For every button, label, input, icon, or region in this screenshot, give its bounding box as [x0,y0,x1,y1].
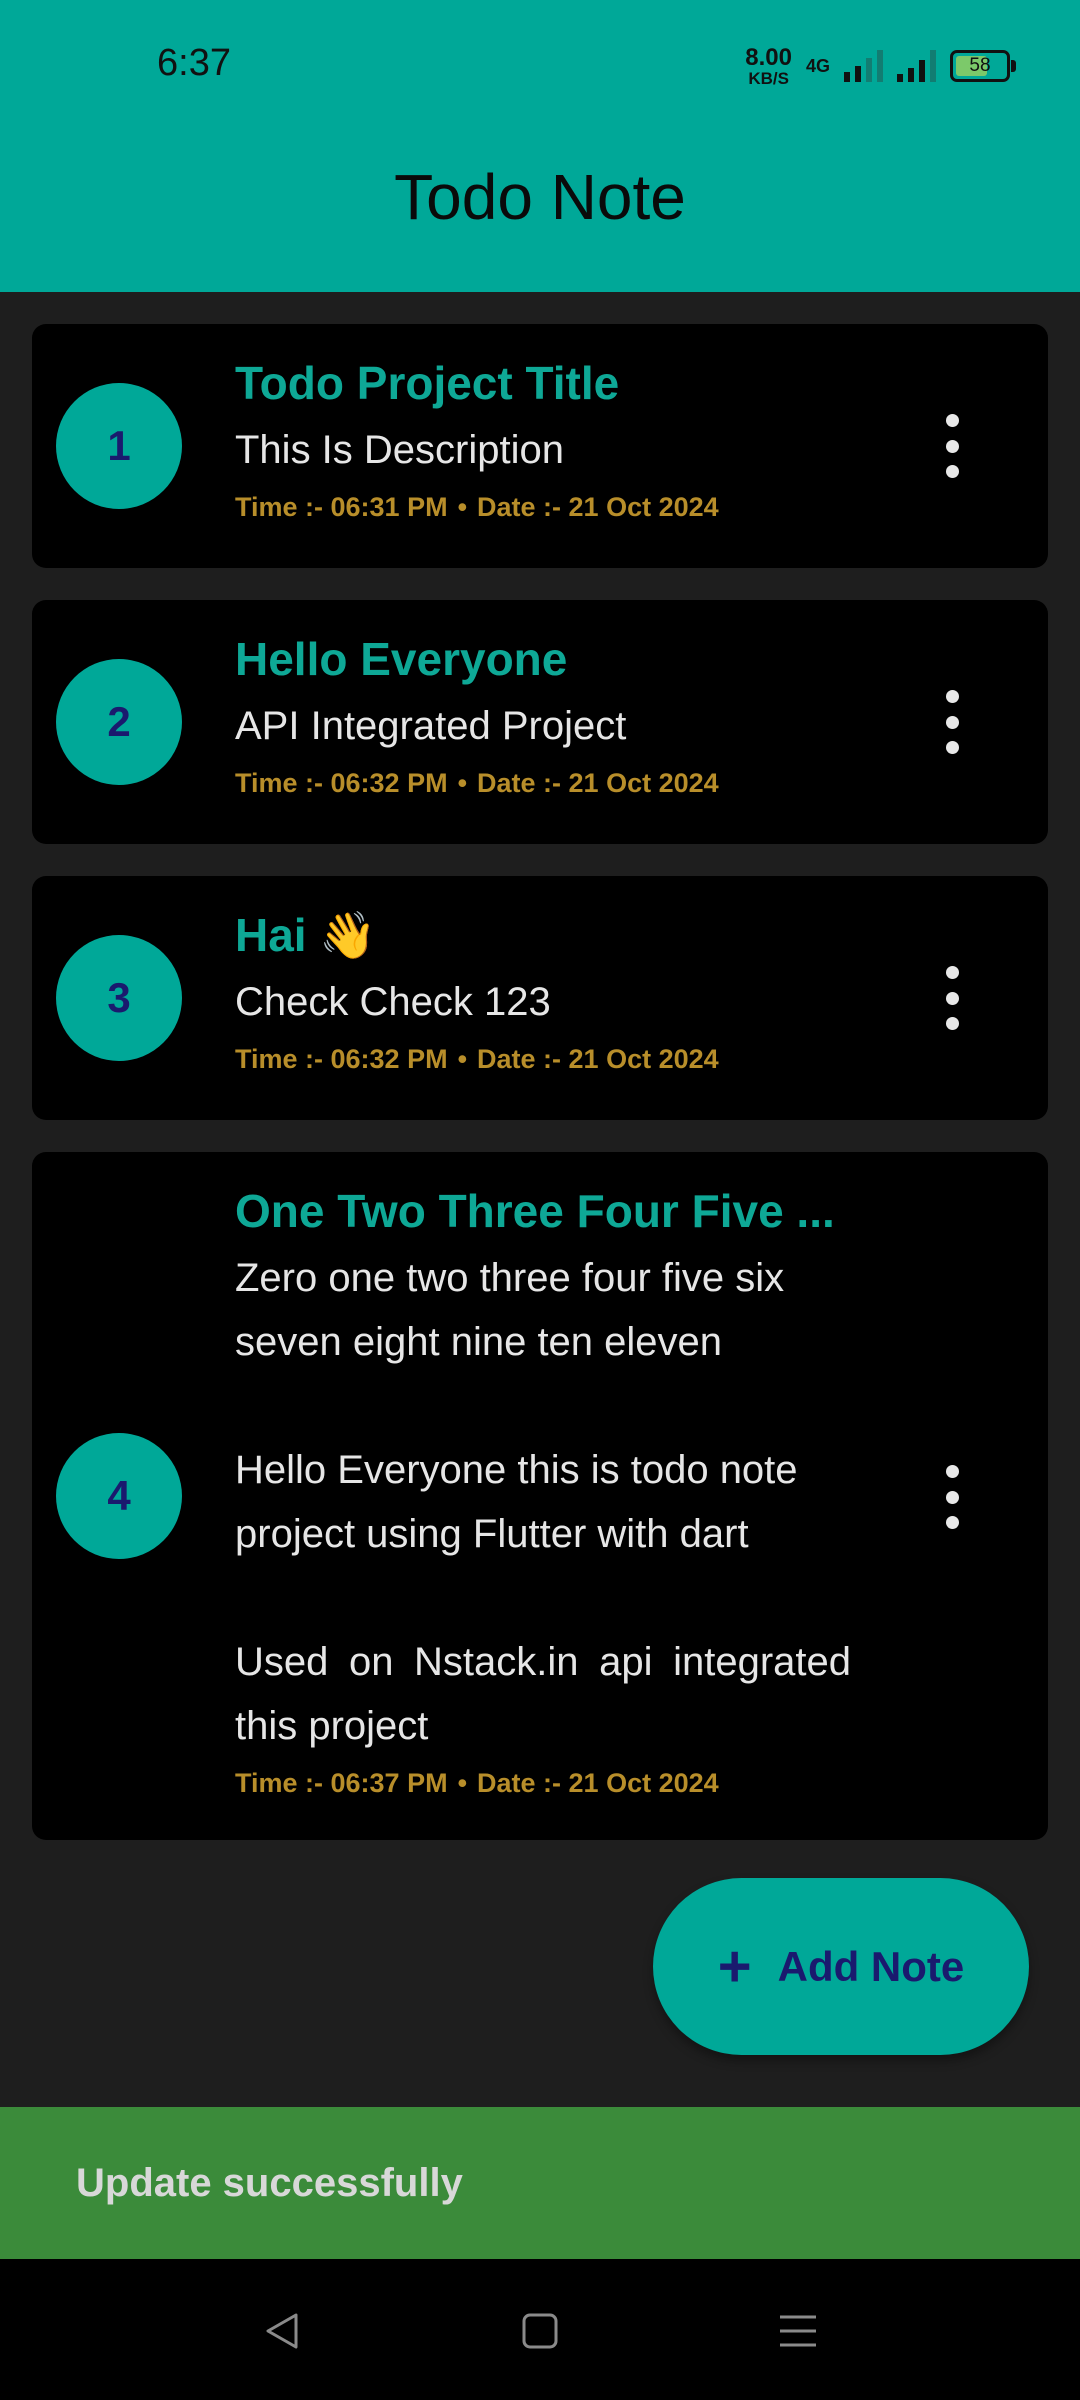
note-title: One Two Three Four Five ... [235,1185,835,1237]
network-type: 4G [805,55,830,76]
page-title: Todo Note [394,161,686,233]
note-number-badge: 3 [56,935,182,1061]
status-time: 6:37 [157,42,231,84]
speed-unit: KB/S [748,68,789,88]
note-title: Hello Everyone [235,633,568,685]
note-card-2[interactable]: 2 Hello Everyone API Integrated Project … [32,600,1048,844]
note-timestamp: Time :- 06:31 PM • Date :- 21 Oct 2024 [235,492,719,522]
note-title: Hai 👋 [235,909,377,961]
note-time: Time :- 06:31 PM [235,492,448,522]
note-number-badge: 1 [56,383,182,509]
network-speed: 8.00 KB/S [745,43,792,88]
battery-level: 58 [969,55,991,76]
note-date: Date :- 21 Oct 2024 [477,1768,719,1798]
more-options-icon[interactable] [932,1465,972,1529]
more-options-icon[interactable] [932,966,972,1030]
note-timestamp: Time :- 06:37 PM • Date :- 21 Oct 2024 [235,1768,719,1798]
note-time: Time :- 06:37 PM [235,1768,448,1798]
note-card-1[interactable]: 1 Todo Project Title This Is Description… [32,324,1048,568]
signal-icon-2 [897,50,936,82]
note-description: This Is Description [235,428,564,472]
snackbar: Update successfully [0,2107,1080,2259]
home-icon[interactable] [510,2309,570,2353]
note-time: Time :- 06:32 PM [235,1044,448,1074]
signal-icon [844,50,883,82]
note-date: Date :- 21 Oct 2024 [477,768,719,798]
status-icons: 8.00 KB/S 4G 58 [745,43,1016,88]
note-description-paragraph-1: Zero one two three four five six seven e… [235,1256,785,1364]
note-card-3[interactable]: 3 Hai 👋 Check Check 123 Time :- 06:32 PM… [32,876,1048,1120]
note-time: Time :- 06:32 PM [235,768,448,798]
more-options-icon[interactable] [932,690,972,754]
note-date: Date :- 21 Oct 2024 [477,492,719,522]
note-description-paragraph-3: Used on Nstack.in api integrated this pr… [235,1640,851,1748]
note-description: API Integrated Project [235,704,627,748]
note-description: Check Check 123 [235,980,551,1024]
system-nav-bar [0,2259,1080,2400]
add-note-label: Add Note [777,1942,965,1990]
note-timestamp: Time :- 06:32 PM • Date :- 21 Oct 2024 [235,1044,719,1074]
note-number-badge: 4 [56,1433,182,1559]
plus-icon: + [717,1933,752,1999]
speed-value: 8.00 [745,43,792,71]
note-timestamp: Time :- 06:32 PM • Date :- 21 Oct 2024 [235,768,719,798]
snackbar-message: Update successfully [76,2160,463,2205]
note-title: Todo Project Title [235,357,620,409]
note-date: Date :- 21 Oct 2024 [477,1044,719,1074]
note-card-4[interactable]: 4 One Two Three Four Five ... Zero one t… [32,1152,1048,1840]
menu-icon[interactable] [768,2309,828,2353]
note-description-paragraph-2: Hello Everyone this is todo note project… [235,1448,798,1556]
note-number-badge: 2 [56,659,182,785]
battery-icon: 58 [950,50,1016,82]
add-note-button[interactable]: + Add Note [653,1878,1029,2055]
more-options-icon[interactable] [932,414,972,478]
back-icon[interactable] [252,2309,312,2353]
app-bar: 6:37 8.00 KB/S 4G 58 Todo Note [0,0,1080,292]
